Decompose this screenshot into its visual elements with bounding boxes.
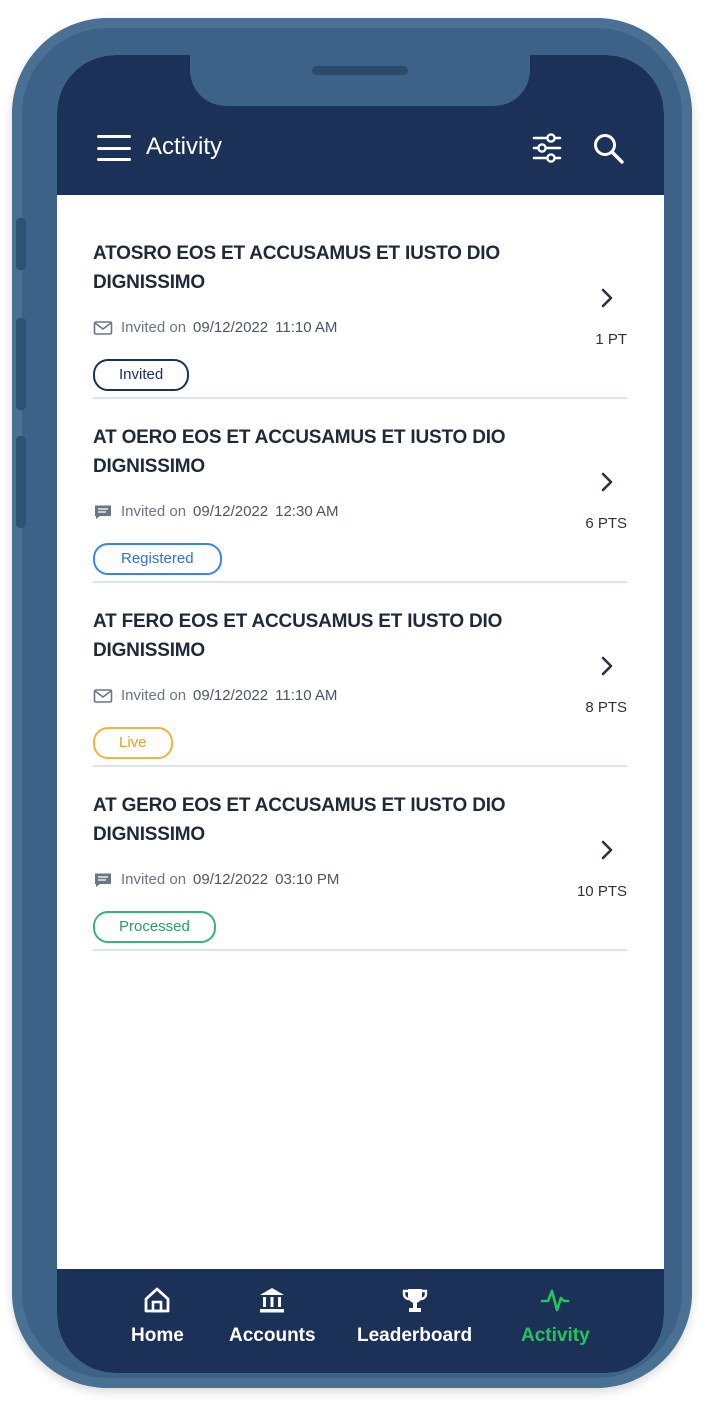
status-badge: Registered	[93, 543, 222, 575]
invite-info: Invited on 09/12/2022 11:10 AM	[93, 319, 337, 336]
activity-name: ATOSRO EOS ET ACCUSAMUS ET IUSTO DIO DIG…	[93, 243, 500, 293]
invite-info: Invited on 09/12/2022 11:10 AM	[93, 687, 337, 704]
points-value: 1 PT	[595, 331, 627, 348]
invited-label: Invited on	[121, 319, 187, 336]
volume-down-button	[16, 436, 26, 528]
invite-date: 09/12/2022	[193, 319, 269, 336]
phone-speaker	[312, 66, 408, 75]
tab-activity[interactable]: Activity	[521, 1285, 590, 1347]
invite-date: 09/12/2022	[193, 503, 269, 520]
points-value: 8 PTS	[585, 699, 627, 716]
invite-time: 11:10 AM	[275, 687, 338, 704]
bottom-tab-bar: Home Accounts Leaderboard Activity	[57, 1269, 664, 1373]
home-icon	[144, 1287, 170, 1313]
tab-home[interactable]: Home	[131, 1285, 184, 1347]
invited-label: Invited on	[121, 687, 187, 704]
invited-label: Invited on	[121, 503, 187, 520]
activity-item[interactable]: AT OERO EOS ET ACCUSAMUS ET IUSTO DIO DI…	[93, 399, 627, 583]
trophy-icon	[402, 1289, 427, 1312]
mute-switch	[16, 218, 26, 270]
invite-date: 09/12/2022	[193, 871, 269, 888]
page-title: Activity	[146, 133, 223, 160]
mail-icon	[93, 320, 113, 335]
invite-info: Invited on 09/12/2022 12:30 AM	[93, 503, 339, 520]
chevron-right-icon[interactable]	[599, 655, 615, 677]
app-screen: Activity ATOSRO EOS ET ACCUSAMUS ET IUST…	[57, 55, 664, 1373]
tab-label: Home	[131, 1325, 184, 1346]
status-badge: Processed	[93, 911, 216, 943]
activity-list: ATOSRO EOS ET ACCUSAMUS ET IUSTO DIO DIG…	[93, 215, 627, 951]
activity-item[interactable]: AT FERO EOS ET ACCUSAMUS ET IUSTO DIO DI…	[93, 583, 627, 767]
status-badge: Live	[93, 727, 173, 759]
points-value: 6 PTS	[585, 515, 627, 532]
invite-date: 09/12/2022	[193, 687, 269, 704]
status-badge: Invited	[93, 359, 190, 391]
tab-leaderboard[interactable]: Leaderboard	[357, 1285, 472, 1347]
activity-pulse-icon	[541, 1289, 570, 1312]
invite-time: 03:10 PM	[275, 871, 340, 888]
invite-time: 11:10 AM	[275, 319, 338, 336]
phone-notch	[190, 48, 530, 106]
activity-item[interactable]: AT GERO EOS ET ACCUSAMUS ET IUSTO DIO DI…	[93, 767, 627, 951]
search-icon[interactable]	[591, 131, 625, 165]
volume-up-button	[16, 318, 26, 410]
mail-icon	[93, 688, 113, 703]
bank-icon	[260, 1288, 285, 1313]
invited-label: Invited on	[121, 871, 187, 888]
activity-name: AT OERO EOS ET ACCUSAMUS ET IUSTO DIO DI…	[93, 427, 506, 477]
points-value: 10 PTS	[576, 883, 627, 900]
tab-accounts[interactable]: Accounts	[229, 1285, 316, 1347]
invite-time: 12:30 AM	[275, 503, 339, 520]
chevron-right-icon[interactable]	[599, 839, 615, 861]
tab-label: Leaderboard	[357, 1325, 473, 1346]
tab-label: Activity	[521, 1325, 590, 1346]
chevron-right-icon[interactable]	[599, 287, 615, 309]
invite-info: Invited on 09/12/2022 03:10 PM	[93, 871, 339, 888]
message-icon	[95, 505, 111, 519]
tab-label: Accounts	[229, 1325, 316, 1346]
activity-name: AT GERO EOS ET ACCUSAMUS ET IUSTO DIO DI…	[93, 795, 506, 845]
activity-item[interactable]: ATOSRO EOS ET ACCUSAMUS ET IUSTO DIO DIG…	[93, 215, 627, 399]
chevron-right-icon[interactable]	[599, 471, 615, 493]
activity-name: AT FERO EOS ET ACCUSAMUS ET IUSTO DIO DI…	[93, 611, 503, 661]
menu-icon[interactable]	[97, 135, 131, 161]
message-icon	[95, 873, 111, 887]
filter-sliders-icon[interactable]	[531, 131, 563, 165]
